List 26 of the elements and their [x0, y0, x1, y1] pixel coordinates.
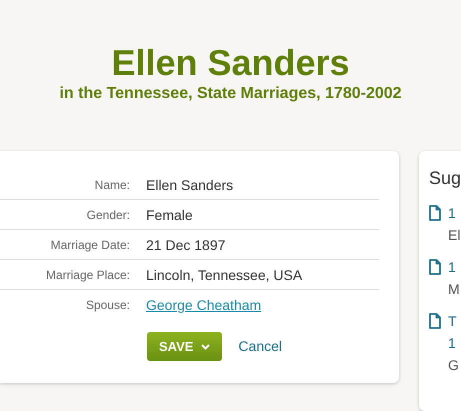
- suggestion-link[interactable]: 1: [448, 256, 460, 278]
- chevron-down-icon: [201, 344, 210, 350]
- field-label: Name:: [94, 177, 130, 194]
- document-icon: [429, 259, 441, 275]
- cancel-link[interactable]: Cancel: [238, 336, 282, 357]
- field-label: Marriage Place:: [44, 267, 130, 284]
- suggestion-subtitle: El: [448, 226, 460, 245]
- page-subtitle: in the Tennessee, State Marriages, 1780-2002: [59, 84, 402, 104]
- field-label: Marriage Date:: [50, 237, 130, 254]
- suggestion-subtitle: M: [448, 280, 460, 299]
- suggestion-link[interactable]: T: [448, 310, 459, 332]
- document-icon: [429, 205, 441, 221]
- page-title: Ellen Sanders: [111, 42, 350, 84]
- field-value: Ellen Sanders: [146, 176, 234, 195]
- field-label: Spouse:: [84, 297, 130, 314]
- spouse-link[interactable]: George Cheatham: [146, 290, 262, 316]
- field-value: Female: [146, 206, 193, 225]
- suggestions-heading: Sug: [429, 167, 461, 190]
- field-label: Gender:: [86, 207, 130, 224]
- suggestion-subtitle: G: [448, 356, 459, 375]
- suggestion-link[interactable]: 1: [448, 332, 459, 354]
- suggestion-link[interactable]: 1: [448, 202, 460, 224]
- save-button[interactable]: SAVE: [146, 332, 222, 361]
- field-value: 21 Dec 1897: [146, 236, 226, 255]
- field-value: Lincoln, Tennessee, USA: [146, 266, 302, 285]
- document-icon: [429, 313, 441, 329]
